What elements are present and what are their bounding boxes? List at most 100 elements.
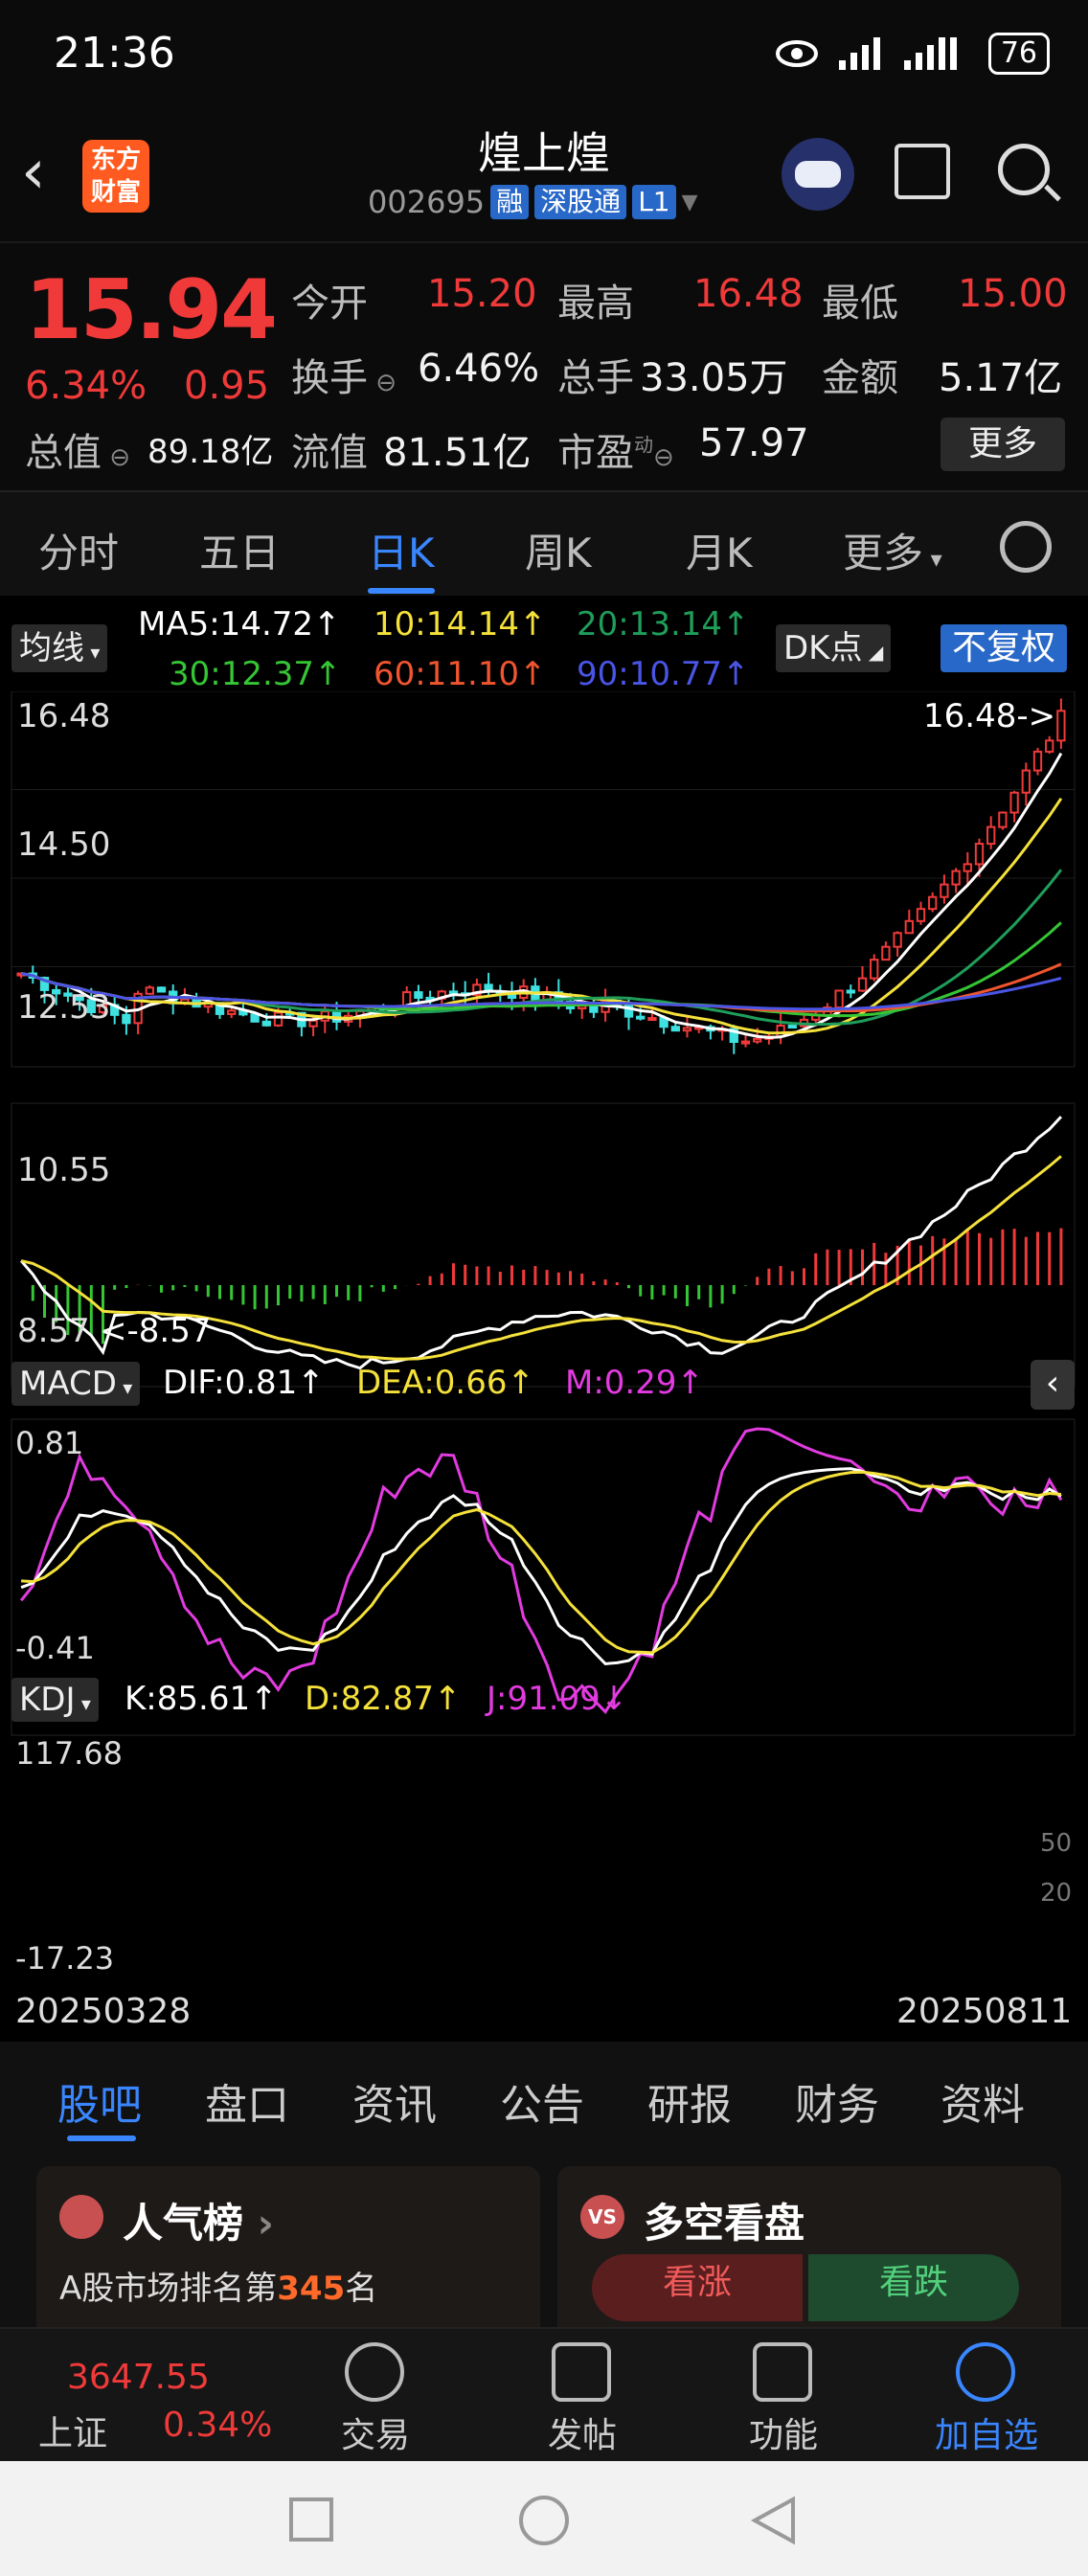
- candle-body: [857, 977, 868, 992]
- gear-icon[interactable]: [1000, 521, 1052, 573]
- volume-value: 33.05万: [640, 356, 788, 400]
- grid-icon[interactable]: [753, 2342, 812, 2402]
- change-amount: 0.95: [184, 364, 270, 408]
- d-label: D:82.87↑: [305, 1680, 462, 1718]
- dk-point-button[interactable]: DK点 ◢: [776, 624, 892, 672]
- low-label: 最低: [822, 282, 898, 326]
- candle-body: [893, 932, 902, 948]
- ma-selector[interactable]: 均线 ▾: [11, 624, 108, 672]
- index-name[interactable]: 上证: [38, 2406, 107, 2455]
- high-marker: 16.48->: [923, 697, 1056, 735]
- price-tick-top: 16.48: [17, 697, 111, 735]
- candle-body: [1009, 791, 1019, 814]
- popularity-card[interactable]: 人气榜 › A股市场排名第345名: [36, 2166, 540, 2348]
- signal-icon: [838, 37, 880, 70]
- nav-add-watchlist[interactable]: 加自选: [919, 2407, 1054, 2457]
- candle-body: [963, 863, 972, 872]
- candle-body: [156, 986, 167, 993]
- feature-cards: 人气榜 › A股市场排名第345名 VS 多空看盘 看涨 看跌: [0, 2147, 1088, 2348]
- candle-body: [916, 908, 926, 922]
- status-time: 21:36: [54, 29, 175, 78]
- popularity-rank-text: A股市场排名第345名: [59, 2270, 378, 2308]
- bullish-button[interactable]: 看涨: [592, 2254, 803, 2321]
- recents-icon[interactable]: [289, 2497, 333, 2542]
- candle-body: [1021, 769, 1031, 794]
- nav-post[interactable]: 发帖: [515, 2407, 649, 2457]
- info-tabs: 股吧 盘口 资讯 公告 研报 财务 资料: [0, 2042, 1088, 2147]
- price-tick-2: 14.50: [17, 825, 111, 864]
- collapse-icon[interactable]: ‹: [1031, 1360, 1075, 1410]
- share-icon[interactable]: [895, 144, 950, 199]
- macd-selector[interactable]: MACD ▾: [11, 1362, 141, 1406]
- bearish-button[interactable]: 看跌: [808, 2254, 1019, 2321]
- system-nav-bar: [0, 2461, 1088, 2576]
- bottom-navigation: 3647.55 上证 0.34% 交易 发帖 功能 加自选: [0, 2327, 1088, 2461]
- add-icon[interactable]: [956, 2342, 1015, 2402]
- high-value: 16.48: [693, 272, 804, 316]
- tab-forum[interactable]: 股吧: [57, 2070, 142, 2132]
- tab-announcements[interactable]: 公告: [500, 2070, 584, 2132]
- date-end: 20250811: [896, 1992, 1073, 2031]
- stock-code-line[interactable]: 002695 融 深股通 L1 ▼: [368, 184, 698, 220]
- ma30-label: 30:12.37↑: [169, 655, 342, 693]
- ma5-label: MA5:14.72↑: [138, 605, 341, 644]
- float-cap-value: 81.51亿: [383, 431, 532, 475]
- index-value[interactable]: 3647.55: [67, 2358, 210, 2397]
- last-price: 15.94: [25, 262, 278, 358]
- j-label: J:91.09↓: [487, 1680, 628, 1718]
- macd-tick-top: 0.81: [15, 1425, 84, 1461]
- tab-news[interactable]: 资讯: [352, 2070, 437, 2132]
- tab-daily-k[interactable]: 日K: [368, 521, 435, 579]
- index-change[interactable]: 0.34%: [163, 2406, 272, 2445]
- active-tab-indicator: [368, 588, 435, 594]
- candle-body: [414, 991, 423, 999]
- nav-functions[interactable]: 功能: [716, 2407, 850, 2457]
- chart-bar-icon: [59, 2195, 103, 2239]
- search-icon[interactable]: [998, 144, 1050, 195]
- candle-body: [846, 989, 855, 994]
- candle-body: [787, 1025, 797, 1029]
- margin-tag: 融: [490, 185, 530, 219]
- kdj-selector[interactable]: KDJ ▾: [11, 1678, 99, 1722]
- candle-body: [753, 1037, 762, 1043]
- tab-intraday[interactable]: 分时: [38, 521, 119, 579]
- period-tabs: 分时 五日 日K 周K 月K 更多 ▾: [0, 490, 1088, 596]
- tab-weekly-k[interactable]: 周K: [525, 521, 592, 579]
- status-icons: 76: [775, 33, 1050, 75]
- back-nav-icon[interactable]: [749, 2496, 799, 2545]
- tab-more[interactable]: 更多 ▾: [843, 521, 942, 579]
- tab-five-day[interactable]: 五日: [199, 521, 280, 579]
- candle-body: [1045, 739, 1054, 753]
- candle-body: [951, 870, 961, 886]
- home-icon[interactable]: [519, 2496, 569, 2545]
- vs-icon: VS: [580, 2195, 624, 2239]
- total-cap-label: 总值 ⊖: [25, 431, 131, 475]
- long-short-card[interactable]: VS 多空看盘 看涨 看跌: [557, 2166, 1061, 2348]
- dif-label: DIF:0.81↑: [163, 1364, 325, 1402]
- battery-icon: 76: [987, 33, 1050, 75]
- more-button[interactable]: 更多: [941, 418, 1065, 471]
- tab-profile[interactable]: 资料: [941, 2070, 1025, 2132]
- date-start: 20250328: [15, 1992, 192, 2031]
- ma90-label: 90:10.77↑: [577, 655, 750, 693]
- volume-label: 总手: [557, 356, 634, 400]
- adjust-button[interactable]: 不复权: [941, 624, 1068, 672]
- price-tick-3: 12.53: [17, 988, 111, 1027]
- tab-financials[interactable]: 财务: [795, 2070, 879, 2132]
- candle-body: [881, 945, 891, 961]
- assistant-robot-icon[interactable]: [782, 138, 854, 211]
- tab-order-book[interactable]: 盘口: [205, 2070, 289, 2132]
- amount-value: 5.17亿: [939, 356, 1063, 400]
- candle-body: [670, 1026, 680, 1032]
- tab-monthly-k[interactable]: 月K: [686, 521, 753, 579]
- trade-icon[interactable]: [345, 2342, 404, 2402]
- d-line: [21, 1470, 1062, 1655]
- compose-icon[interactable]: [552, 2342, 611, 2402]
- candle-body: [904, 919, 914, 935]
- candle-body: [998, 811, 1008, 828]
- chevron-down-icon: ▼: [681, 190, 698, 215]
- candle-body: [870, 959, 879, 980]
- candle-body: [986, 825, 996, 846]
- tab-research[interactable]: 研报: [647, 2070, 732, 2132]
- nav-trade[interactable]: 交易: [308, 2407, 442, 2457]
